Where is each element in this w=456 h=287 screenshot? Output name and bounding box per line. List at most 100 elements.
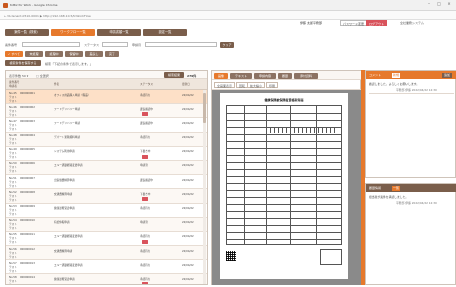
case-list: No.45 000000001 テスト オフィス用品購入申請（備品） 承認待ち 22/04…: [6, 90, 207, 284]
form-digit-line: [322, 127, 323, 133]
filter-hold-button[interactable]: 保留中: [65, 50, 83, 57]
nav-tab-cases[interactable]: 案件一覧（検索）: [5, 29, 49, 36]
form-digit-line: [334, 127, 335, 133]
list-item[interactable]: No.50 000000006 テスト エルー通勤経路変更申請 申請済 22/04/22 テ…: [6, 160, 207, 176]
row-name: 健康診断受診申請: [54, 207, 75, 210]
save-search-button[interactable]: 検索条件を保存する: [5, 60, 41, 66]
row-code: 000000002: [20, 105, 35, 109]
case-number-input[interactable]: [22, 42, 80, 47]
header-status[interactable]: ステータス: [140, 83, 153, 86]
row-status: 下書き中: [140, 192, 151, 196]
list-toolbar: 表示件数 50 ▾ □ 全選択 検索結果 279件: [6, 71, 207, 79]
row-date: 22/04/22: [182, 93, 194, 97]
row-id: No.53: [9, 205, 17, 208]
row-code: 000000010: [20, 219, 35, 223]
form-digit-line: [290, 127, 291, 133]
header-date[interactable]: 更新日: [182, 83, 190, 86]
list-item[interactable]: No.55 000000011 テスト エルー通勤経路変更申請 承認待ち 22/04/22…: [6, 231, 207, 247]
history-badge[interactable]: 一覧: [392, 185, 401, 191]
viewer-tab-history[interactable]: 履歴: [278, 72, 292, 79]
row-status: 承認待ち: [140, 249, 151, 253]
search-note: 検索「下記の条件で表示します。」: [45, 61, 93, 66]
row-id: No.48: [9, 134, 17, 138]
status-select[interactable]: [102, 42, 128, 47]
password-change-link[interactable]: パスワード変更: [340, 20, 368, 26]
list-item[interactable]: No.45 000000001 テスト オフィス用品購入申請（備品） 承認待ち 22/04…: [6, 90, 207, 105]
filter-unprocessed-button[interactable]: 未処理: [25, 50, 43, 57]
filter-done-button[interactable]: 完了: [105, 50, 119, 57]
fullscreen-button[interactable]: 全画面表示: [214, 82, 236, 88]
viewer-tab-text[interactable]: テキスト: [230, 72, 252, 79]
month-input[interactable]: [145, 42, 217, 47]
nav-tab-settings[interactable]: 設定一覧: [143, 29, 187, 36]
list-item[interactable]: No.49 000000005 テスト システム利用申請 下書き中 22/04/22 テスト: [6, 146, 207, 161]
print-button[interactable]: 印刷: [266, 82, 279, 88]
row-who-secondary: テスト: [9, 127, 17, 131]
list-scroll-thumb[interactable]: [203, 93, 206, 123]
document-viewer: 画像 テキスト 申請内容 履歴 添付資料 全画面表示 回転 拡大縮小 印刷 健康…: [211, 70, 362, 285]
header-case-number[interactable]: 案件番号: [9, 81, 19, 84]
form-digit-line: [326, 127, 327, 133]
close-icon[interactable]: ×: [444, 0, 454, 8]
row-who-secondary: テスト: [9, 113, 17, 117]
row-id: No.49: [9, 148, 17, 152]
viewer-tab-attachments[interactable]: 添付資料: [294, 72, 318, 79]
row-id: No.56: [9, 247, 17, 251]
row-date: 22/04/22: [182, 249, 194, 253]
history-text: 担当者が案件を承認しました。: [369, 195, 409, 199]
comment-text: 確認しました。よろしくお願いします。: [369, 82, 420, 86]
select-all-checkbox[interactable]: □ 全選択: [36, 74, 49, 78]
logout-button[interactable]: ログアウト: [366, 20, 388, 26]
row-date: 22/04/22: [182, 235, 194, 239]
case-number-label: 案件番号: [5, 42, 18, 47]
maximize-icon[interactable]: □: [434, 0, 444, 8]
priority-tag-icon: [142, 112, 148, 117]
header-applicant[interactable]: 申請者: [9, 85, 17, 88]
status-label: ステータス: [84, 42, 100, 47]
row-code: 000000003: [20, 119, 35, 123]
row-who: テスト: [9, 265, 17, 269]
row-code: 000000008: [20, 190, 35, 194]
document-canvas[interactable]: 健康保険被保険者資格取得届: [212, 90, 362, 285]
system-name: 全社業務システム: [400, 20, 424, 25]
address-bar[interactable]: ← tb-tenant-0510-0001 ▶ http://192.168.1…: [0, 11, 456, 20]
list-item[interactable]: No.47 000000003 テスト フードデリバリー申請 課長確認中 22/04/22…: [6, 118, 207, 133]
row-who-secondary: テスト: [9, 170, 17, 174]
result-label: 検索結果: [164, 72, 184, 78]
filter-all-button[interactable]: ✓ すべて: [5, 50, 23, 57]
row-status: 承認待ち: [140, 136, 151, 140]
nav-tab-forms[interactable]: 申請書類一覧: [97, 29, 141, 36]
filter-returned-button[interactable]: 差戻し: [85, 50, 103, 57]
row-code: 000000007: [20, 176, 35, 180]
row-status: 下書き中: [140, 150, 151, 154]
list-item[interactable]: No.48 000000004 テスト デパート累積資料申請 承認待ち 22/04/22 テ…: [6, 132, 207, 147]
row-who: テスト: [9, 95, 17, 99]
filter-processing-button[interactable]: 処理中: [45, 50, 63, 57]
header-title[interactable]: 件名: [54, 83, 59, 86]
list-item[interactable]: No.51 000000007 テスト 出張旅費精算申請 課長確認中 22/04/22 テス…: [6, 175, 207, 190]
url-text[interactable]: ← tb-tenant-0510-0001 ▶ http://192.168.1…: [4, 14, 91, 18]
viewer-tab-content[interactable]: 申請内容: [254, 72, 276, 79]
comment-meta: 平務部 伊藤 2022/04/22 12:30: [396, 88, 437, 92]
row-status: 承認待ち: [140, 263, 151, 267]
page-size-select[interactable]: 表示件数 50 ▾: [9, 74, 28, 78]
clear-button[interactable]: クリア: [220, 41, 234, 48]
list-item[interactable]: No.54 000000010 テスト 有給休暇申請 申請済 22/04/22 テスト: [6, 217, 207, 232]
zoom-button[interactable]: 拡大縮小: [247, 82, 266, 88]
row-who-secondary: テスト: [9, 227, 17, 231]
nav-tab-workflow[interactable]: ワークフロー一覧: [51, 29, 95, 36]
list-item[interactable]: No.52 000000008 テスト 交通費精算申請 下書き中 22/04/22 テスト: [6, 189, 207, 204]
row-id: No.51: [9, 176, 17, 180]
list-item[interactable]: No.57 000000013 テスト エルー通勤経路変更申請 承認待ち 22/04/22…: [6, 260, 207, 275]
list-item[interactable]: No.46 000000002 テスト フードデリバリー申請 課長確認中 22/04/22…: [6, 104, 207, 119]
list-item[interactable]: No.58000000014テスト健康診断受診申請承認待ち22/04/22テスト: [6, 274, 207, 284]
viewer-tab-image[interactable]: 画像: [214, 72, 228, 79]
comment-title: コメント: [369, 73, 382, 77]
list-item[interactable]: No.53 000000009 テスト 健康診断受診申請 承認待ち 22/04/22 テスト: [6, 203, 207, 218]
list-item[interactable]: No.56 000000012 テスト 交通費精算申請 承認待ち 22/04/22 テスト: [6, 246, 207, 261]
add-comment-button[interactable]: 追加: [442, 72, 453, 78]
minimize-icon[interactable]: –: [424, 0, 434, 8]
row-status: 承認待ち: [140, 93, 151, 97]
form-column-line: [266, 105, 267, 245]
row-name: フードデリバリー申請: [54, 121, 80, 125]
